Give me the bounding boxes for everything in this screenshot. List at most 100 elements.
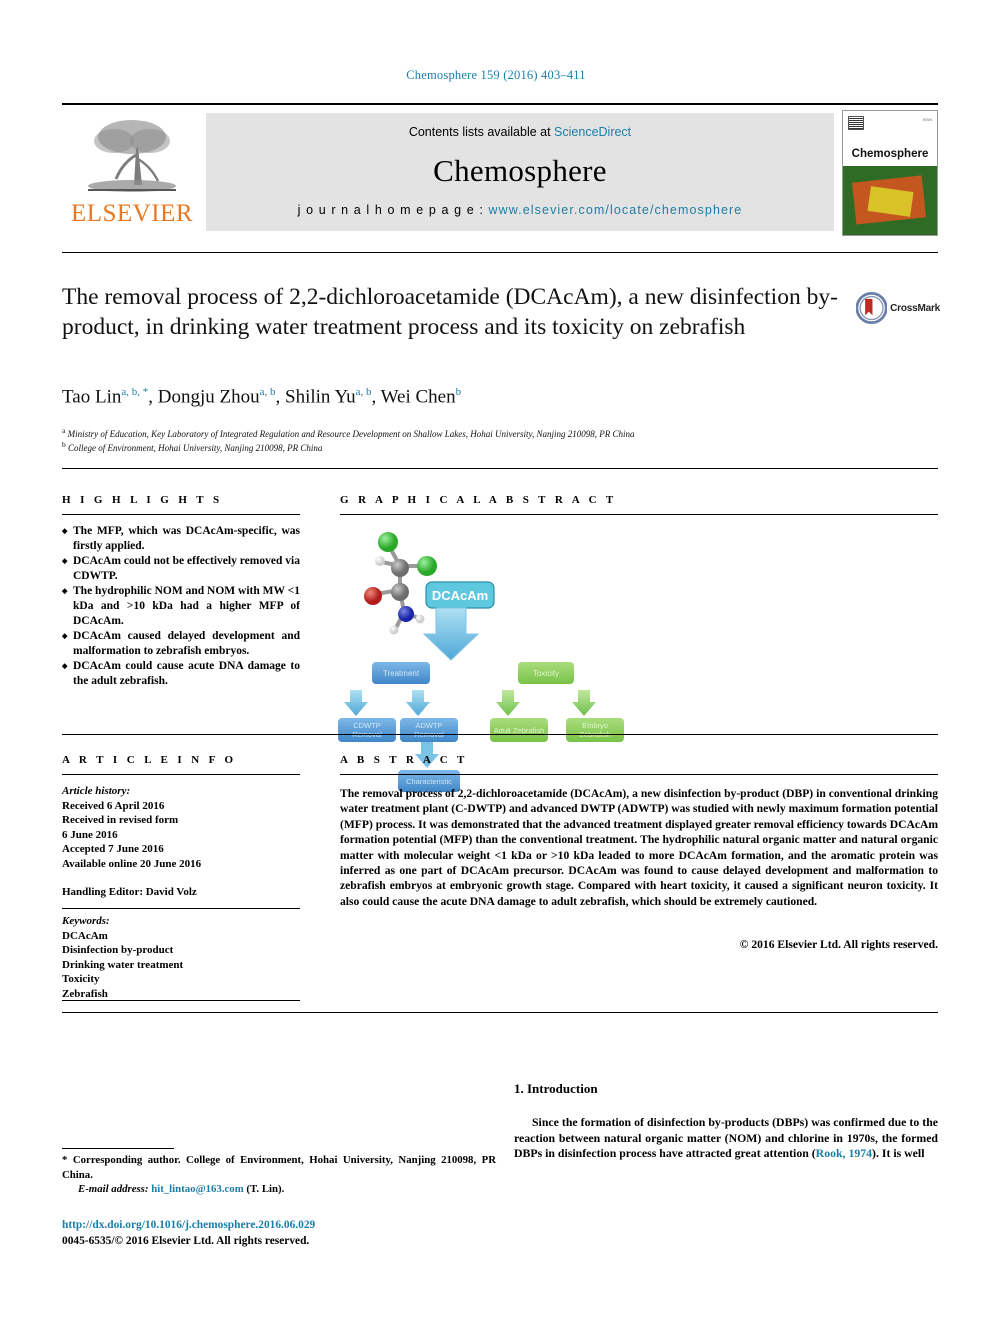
corresponding-author-note: * Corresponding author. College of Envir…: [62, 1153, 496, 1197]
author-name: Wei Chen: [380, 386, 456, 408]
molecule-label: DCAcAm: [432, 588, 488, 603]
atom-chlorine: [417, 556, 437, 576]
author-name: Tao Lin: [62, 386, 122, 408]
elsevier-tree-icon: [88, 120, 176, 192]
cover-issue-text: ISSN: [922, 117, 932, 122]
journal-masthead: ELSEVIER Contents lists available at Sci…: [62, 103, 938, 237]
flow-arrow-embryo: [572, 690, 596, 716]
flow-arrow-cdwtp: [344, 690, 368, 716]
keywords-divider-top: [62, 908, 300, 909]
cover-journal-title: Chemosphere: [851, 147, 929, 160]
author-affil-marks: a, b, *: [121, 386, 149, 398]
flow-node-adwtp-removal: ADWTP Removal: [400, 718, 458, 742]
email-link[interactable]: hit_lintao@163.com: [151, 1183, 244, 1195]
flow-arrow-adult: [496, 690, 520, 716]
keyword-item: DCAcAm: [62, 929, 108, 942]
flow-node-adult-zebrafish: Adult Zebrafish: [490, 718, 548, 742]
journal-homepage-line: j o u r n a l h o m e p a g e : www.else…: [298, 203, 743, 217]
author-list: Tao Lina, b, *, Dongju Zhoua, b, Shilin …: [62, 386, 462, 408]
doi-block: http://dx.doi.org/10.1016/j.chemosphere.…: [62, 1218, 502, 1249]
graphical-abstract-underline: [340, 514, 938, 515]
section-divider: [62, 1012, 938, 1013]
author-affil-marks: a, b: [259, 386, 276, 398]
intro-text-after-citation: ). It is well: [872, 1146, 925, 1161]
flow-arrow-adwtp: [406, 690, 430, 716]
crossmark-label: CrossMark: [890, 302, 940, 314]
title-divider: [62, 252, 938, 253]
handling-editor: Handling Editor: David Volz: [62, 886, 197, 898]
keyword-item: Drinking water treatment: [62, 958, 184, 971]
page-title: The removal process of 2,2-dichloroaceta…: [62, 284, 838, 340]
sciencedirect-link[interactable]: ScienceDirect: [554, 125, 631, 139]
history-item: 6 June 2016: [62, 828, 118, 841]
atom-hydrogen: [415, 614, 425, 624]
list-item: The hydrophilic NOM and NOM with MW <1 k…: [62, 584, 300, 628]
journal-cover-thumbnail: ISSN Chemosphere: [842, 110, 938, 236]
contents-available-line: Contents lists available at ScienceDirec…: [409, 125, 631, 139]
atom-carbon: [391, 559, 409, 577]
history-item: Received 6 April 2016: [62, 799, 165, 812]
list-item: DCAcAm could cause acute DNA damage to t…: [62, 659, 300, 688]
flow-node-embryo-zebrafish: Embryo Zebrafish: [566, 718, 624, 742]
issn-copyright: 0045-6535/© 2016 Elsevier Ltd. All right…: [62, 1234, 310, 1247]
highlights-heading: H I G H L I G H T S: [62, 494, 223, 506]
article-info-underline: [62, 774, 300, 775]
affiliation: b College of Environment, Hohai Universi…: [62, 438, 938, 455]
doi-link[interactable]: http://dx.doi.org/10.1016/j.chemosphere.…: [62, 1218, 502, 1234]
atom-hydrogen: [389, 625, 399, 635]
keywords-list: Keywords: DCAcAm Disinfection by-product…: [62, 914, 300, 1001]
article-history-label: Article history:: [62, 785, 131, 797]
abstract-underline: [340, 774, 938, 775]
list-item: DCAcAm caused delayed development and ma…: [62, 629, 300, 658]
highlights-underline: [62, 514, 300, 515]
affiliation-mark: a: [62, 426, 66, 435]
citation-link[interactable]: Rook, 1974: [816, 1146, 872, 1160]
abstract-copyright: © 2016 Elsevier Ltd. All rights reserved…: [739, 938, 938, 951]
author-name: Shilin Yu: [285, 386, 356, 408]
keyword-item: Disinfection by-product: [62, 944, 174, 956]
homepage-url[interactable]: www.elsevier.com/locate/chemosphere: [488, 203, 742, 217]
highlights-list: The MFP, which was DCAcAm-specific, was …: [62, 524, 300, 690]
elsevier-wordmark: ELSEVIER: [70, 200, 194, 227]
author-affil-marks: b: [455, 386, 462, 398]
author-name: Dongju Zhou: [157, 386, 260, 408]
history-item: Accepted 7 June 2016: [62, 843, 164, 855]
homepage-prefix: j o u r n a l h o m e p a g e :: [297, 203, 489, 217]
flow-node-treatment-label: Treatment: [383, 669, 420, 678]
journal-title: Chemosphere: [433, 153, 607, 188]
contents-prefix: Contents lists available at: [408, 125, 555, 139]
graphical-abstract-heading: G R A P H I C A L A B S T R A C T: [340, 494, 617, 506]
email-suffix: (T. Lin).: [246, 1183, 285, 1196]
abstract-heading: A B S T R A C T: [340, 754, 468, 766]
list-item: The MFP, which was DCAcAm-specific, was …: [62, 524, 300, 553]
atom-carbon: [391, 583, 409, 601]
keyword-item: Toxicity: [62, 973, 100, 985]
flow-node-toxicity-label: Toxicity: [533, 669, 559, 678]
atom-oxygen: [364, 587, 382, 605]
introduction-paragraph: Since the formation of disinfection by-p…: [514, 1115, 938, 1162]
atom-chlorine: [378, 532, 398, 552]
running-head: Chemosphere 159 (2016) 403–411: [406, 68, 586, 82]
article-info-heading: A R T I C L E I N F O: [62, 754, 237, 766]
cover-publisher-icon: [848, 116, 864, 130]
author-affil-marks: a, b: [355, 386, 372, 398]
corresponding-text: * Corresponding author. College of Envir…: [62, 1154, 496, 1181]
affiliation-mark: b: [62, 440, 66, 449]
introduction-heading: 1. Introduction: [514, 1081, 598, 1096]
history-item: Available online 20 June 2016: [62, 857, 202, 870]
elsevier-logo: ELSEVIER: [62, 109, 202, 237]
journal-band: Contents lists available at ScienceDirec…: [206, 113, 834, 231]
graphical-abstract-figure: DCAcAm Treatment Toxicity: [340, 522, 640, 722]
cover-artwork: [843, 165, 937, 235]
graphical-abstract-svg: DCAcAm Treatment Toxicity: [344, 532, 596, 716]
paper-page: Chemosphere 159 (2016) 403–411 ELSEVIER …: [0, 0, 992, 1323]
flow-arrow-main: [422, 607, 480, 661]
history-item: Received in revised form: [62, 814, 179, 826]
crossmark-badge[interactable]: CrossMark: [856, 286, 940, 330]
article-history: Article history: Received 6 April 2016 R…: [62, 784, 300, 900]
crossmark-icon: [856, 291, 888, 325]
affiliation-text: College of Environment, Hohai University…: [68, 443, 323, 453]
section-divider: [62, 734, 938, 735]
flow-node-cdwtp-removal: CDWTP Removal: [338, 718, 396, 742]
keywords-divider-bottom: [62, 1000, 300, 1001]
